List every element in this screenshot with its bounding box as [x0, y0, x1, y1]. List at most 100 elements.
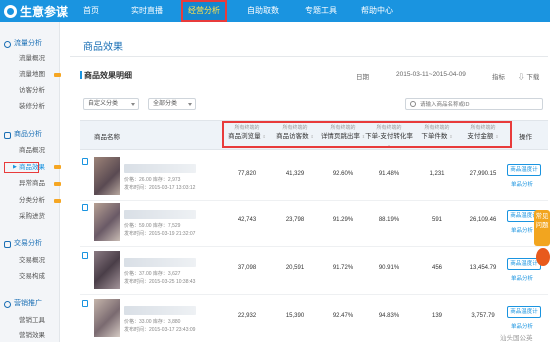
product-mark-icon — [82, 204, 88, 211]
cell-conversion-rate: 91.48% — [378, 171, 400, 177]
sidebar-item-marketing-tools[interactable]: 营销工具 — [19, 316, 45, 326]
sidebar-item-decoration-analysis[interactable]: 装修分析 — [19, 102, 45, 112]
download-icon: ⇩ — [518, 74, 525, 81]
nav-live[interactable]: 实时直播 — [124, 0, 170, 22]
new-badge — [54, 182, 61, 186]
product-thumbnail[interactable] — [94, 299, 120, 337]
product-mark-icon — [82, 252, 88, 259]
cell-order-items: 456 — [431, 265, 442, 271]
cell-visitors: 41,329 — [285, 171, 305, 177]
stock: 库存：2,973 — [152, 177, 181, 183]
single-product-analysis-link[interactable]: 单品分析 — [511, 322, 533, 330]
nav-self-service[interactable]: 自助取数 — [240, 0, 286, 22]
cell-payment-amount: 26,109.46 — [469, 217, 497, 223]
eye-icon — [4, 40, 11, 48]
sidebar-item-trade-composition[interactable]: 交易构成 — [19, 272, 45, 282]
product-thumbnail[interactable] — [94, 251, 120, 289]
sidebar-item-product-effect[interactable]: 商品效果 — [19, 162, 45, 173]
new-badge — [54, 199, 61, 203]
sidebar-section-label: 商品分析 — [14, 131, 42, 138]
download-label: 下载 — [526, 74, 540, 81]
product-name-redacted[interactable] — [124, 210, 196, 219]
nav-help-center[interactable]: 帮助中心 — [354, 0, 400, 22]
single-product-analysis-link[interactable]: 单品分析 — [511, 274, 533, 282]
sidebar-section-trade[interactable]: 交易分析 — [4, 238, 42, 250]
cell-conversion-rate: 88.19% — [378, 217, 400, 223]
sidebar-item-category-analysis[interactable]: 分类分析 — [19, 196, 45, 206]
stock: 库存：3,880 — [152, 319, 181, 325]
triangle-right-icon: ▶ — [13, 164, 17, 170]
product-name-redacted[interactable] — [124, 258, 196, 267]
price: 价格：59.00 — [124, 223, 152, 229]
page-title: 商品效果 — [83, 42, 123, 53]
cell-visitors: 15,390 — [285, 313, 305, 319]
watermark: 汕头国公英 — [500, 335, 533, 342]
search-input[interactable] — [420, 100, 540, 109]
cell-payment-amount: 13,454.79 — [469, 265, 497, 271]
cell-visitors: 23,798 — [285, 217, 305, 223]
product-price-stock: 价格：33.00 库存：3,880 — [124, 318, 180, 325]
exchange-icon — [4, 240, 11, 248]
metric-selector[interactable]: 指标 — [492, 71, 505, 81]
highlight-frame — [222, 121, 512, 148]
single-product-analysis-link[interactable]: 单品分析 — [511, 180, 533, 188]
cell-bounce-rate: 91.29% — [332, 217, 354, 223]
product-name-redacted[interactable] — [124, 164, 196, 173]
sidebar-section-product[interactable]: 商品分析 — [4, 129, 42, 141]
product-price-stock: 价格：37.00 库存：3,627 — [124, 270, 180, 277]
price: 价格：37.00 — [124, 271, 152, 277]
nav-home[interactable]: 首页 — [76, 0, 106, 22]
sidebar-section-label: 营销推广 — [14, 300, 42, 307]
table-row: 价格：26.00 库存：2,973 发布时间：2015-03-17 13:03:… — [80, 152, 548, 201]
mascot-icon[interactable] — [536, 248, 550, 266]
select-value: 全部分类 — [153, 101, 178, 107]
sidebar-section-traffic[interactable]: 流量分析 — [4, 38, 42, 50]
publish-time: 发布时间：2015-03-25 10:38:43 — [124, 279, 196, 285]
sidebar-item-traffic-map[interactable]: 流量地图 — [19, 70, 45, 80]
publish-time: 发布时间：2015-03-17 13:03:12 — [124, 185, 196, 191]
publish-time: 发布时间：2015-03-17 23:43:09 — [124, 327, 196, 333]
thermometer-button[interactable]: 商品温度计 — [507, 306, 541, 318]
nav-business-analysis[interactable]: 经营分析 — [181, 0, 227, 22]
sidebar-item-trade-overview[interactable]: 交易概况 — [19, 256, 45, 266]
stock: 库存：3,627 — [152, 271, 181, 277]
cell-conversion-rate: 94.83% — [378, 313, 400, 319]
cell-bounce-rate: 92.60% — [332, 171, 354, 177]
all-category-select[interactable]: 全部分类 — [148, 98, 196, 110]
sidebar-item-visitor-analysis[interactable]: 访客分析 — [19, 86, 45, 96]
brand-logo[interactable]: 生意参谋 — [4, 2, 68, 20]
product-thumbnail[interactable] — [94, 203, 120, 241]
sidebar-item-product-overview[interactable]: 商品概况 — [19, 146, 45, 156]
cell-pageviews: 22,932 — [237, 313, 257, 319]
sidebar-section-marketing[interactable]: 营销推广 — [4, 298, 42, 310]
sidebar-item-abnormal-products[interactable]: 异常商品 — [19, 179, 45, 189]
table-row: 价格：33.00 库存：3,880 发布时间：2015-03-17 23:43:… — [80, 294, 548, 342]
sidebar-section-label: 流量分析 — [14, 40, 42, 47]
download-button[interactable]: ⇩ 下载 — [518, 71, 539, 81]
chevron-down-icon — [188, 103, 192, 106]
product-mark-icon — [82, 158, 88, 165]
cell-order-items: 591 — [431, 217, 442, 223]
custom-category-select[interactable]: 自定义分类 — [83, 98, 139, 110]
thermometer-button[interactable]: 商品温度计 — [507, 164, 541, 176]
product-thumbnail[interactable] — [94, 157, 120, 195]
box-icon — [4, 131, 11, 139]
cell-payment-amount: 27,990.15 — [469, 171, 497, 177]
faq-float-button[interactable]: 常见问题 — [534, 210, 550, 246]
nav-special-tools[interactable]: 专题工具 — [298, 0, 344, 22]
date-range-picker[interactable]: 2015-03-11~2015-04-09 — [396, 71, 466, 78]
price: 价格：33.00 — [124, 319, 152, 325]
sidebar-item-purchasing[interactable]: 采购进货 — [19, 212, 45, 222]
sidebar-item-traffic-overview[interactable]: 流量概况 — [19, 54, 45, 64]
column-header-product-name: 商品名称 — [94, 134, 120, 141]
product-mark-icon — [82, 300, 88, 307]
column-header-operations: 操作 — [519, 134, 532, 141]
product-search[interactable] — [405, 98, 543, 110]
megaphone-icon — [4, 300, 11, 308]
price: 价格：26.00 — [124, 177, 152, 183]
cell-payment-amount: 3,757.79 — [471, 313, 495, 319]
logo-icon — [4, 4, 17, 18]
product-name-redacted[interactable] — [124, 306, 196, 315]
single-product-analysis-link[interactable]: 单品分析 — [511, 226, 533, 234]
sidebar-item-marketing-effect[interactable]: 营销效果 — [19, 331, 45, 341]
